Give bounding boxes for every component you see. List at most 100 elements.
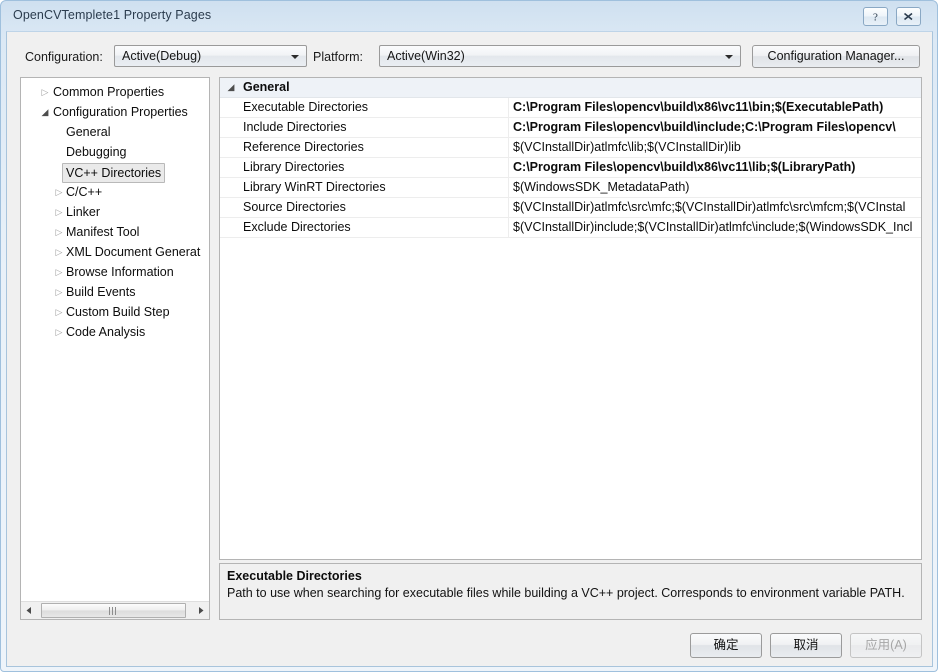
property-value[interactable]: $(VCInstallDir)atlmfc\src\mfc;$(VCInstal… bbox=[513, 198, 921, 217]
column-separator[interactable] bbox=[508, 138, 509, 157]
tree-item-build-events[interactable]: ▷ Build Events bbox=[21, 282, 209, 302]
expander-closed-icon[interactable]: ▷ bbox=[52, 302, 66, 322]
property-row[interactable]: Library Directories C:\Program Files\open… bbox=[220, 158, 921, 178]
tree-item-label: Custom Build Step bbox=[66, 305, 170, 319]
configuration-value: Active(Debug) bbox=[122, 49, 202, 63]
configuration-label: Configuration: bbox=[25, 50, 103, 64]
expander-closed-icon[interactable]: ▷ bbox=[52, 202, 66, 222]
scroll-left-button[interactable] bbox=[21, 602, 38, 619]
scroll-right-button[interactable] bbox=[192, 602, 209, 619]
property-value[interactable]: C:\Program Files\opencv\build\x86\vc11\l… bbox=[513, 158, 921, 177]
scrollbar-thumb[interactable] bbox=[41, 603, 186, 618]
expander-open-icon[interactable]: ◢ bbox=[224, 78, 238, 97]
tree-item-c-c[interactable]: ▷ C/C++ bbox=[21, 182, 209, 202]
tree-horizontal-scrollbar[interactable] bbox=[21, 601, 209, 619]
question-mark-icon: ? bbox=[873, 12, 878, 24]
tree-item-label: Common Properties bbox=[53, 85, 165, 99]
platform-value: Active(Win32) bbox=[387, 49, 465, 63]
close-x-icon bbox=[904, 12, 913, 21]
tree-item-code-analysis[interactable]: ▷ Code Analysis bbox=[21, 322, 209, 342]
property-value[interactable]: $(WindowsSDK_MetadataPath) bbox=[513, 178, 921, 197]
tree-item-label: C/C++ bbox=[66, 185, 103, 199]
tree-item-label: VC++ Directories bbox=[62, 163, 166, 183]
property-name: Library Directories bbox=[243, 160, 345, 174]
svg-text:?: ? bbox=[873, 12, 878, 24]
column-separator[interactable] bbox=[508, 198, 509, 217]
property-name: Reference Directories bbox=[243, 140, 364, 154]
property-value[interactable]: C:\Program Files\opencv\build\include;C:… bbox=[513, 118, 921, 137]
property-row[interactable]: Exclude Directories $(VCInstallDir)includ… bbox=[220, 218, 921, 238]
property-pages-dialog: OpenCVTemplete1 Property Pages ? Configu… bbox=[0, 0, 938, 672]
tree-item-label: Build Events bbox=[66, 285, 136, 299]
properties-tree: ▷ Common Properties ◢ Configuration Propert… bbox=[21, 82, 209, 342]
close-button[interactable] bbox=[896, 7, 921, 26]
expander-closed-icon[interactable]: ▷ bbox=[52, 262, 66, 282]
tree-item-manifest-tool[interactable]: ▷ Manifest Tool bbox=[21, 222, 209, 242]
property-row[interactable]: Source Directories $(VCInstallDir)atlmfc\… bbox=[220, 198, 921, 218]
cancel-button[interactable]: 取消 bbox=[770, 633, 842, 658]
tree-item-label: Code Analysis bbox=[66, 325, 146, 339]
description-title: Executable Directories bbox=[227, 569, 362, 583]
ok-button[interactable]: 确定 bbox=[690, 633, 762, 658]
tree-item-browse-information[interactable]: ▷ Browse Information bbox=[21, 262, 209, 282]
property-name: Library WinRT Directories bbox=[243, 180, 386, 194]
tree-item-label: Browse Information bbox=[66, 265, 174, 279]
expander-closed-icon[interactable]: ▷ bbox=[52, 222, 66, 242]
column-separator[interactable] bbox=[508, 178, 509, 197]
tree-item-debugging[interactable]: Debugging bbox=[21, 142, 209, 162]
column-separator[interactable] bbox=[508, 158, 509, 177]
configuration-dropdown[interactable]: Active(Debug) bbox=[114, 45, 307, 67]
property-row[interactable]: Executable Directories C:\Program Files\o… bbox=[220, 98, 921, 118]
property-name: Source Directories bbox=[243, 200, 346, 214]
platform-dropdown[interactable]: Active(Win32) bbox=[379, 45, 741, 67]
tree-item-label: General bbox=[66, 125, 111, 139]
expander-closed-icon[interactable]: ▷ bbox=[38, 82, 52, 102]
chevron-down-icon bbox=[725, 55, 733, 59]
tree-item-label: Configuration Properties bbox=[53, 105, 188, 119]
property-name: Exclude Directories bbox=[243, 220, 351, 234]
property-group-label: General bbox=[243, 80, 290, 94]
window-title: OpenCVTemplete1 Property Pages bbox=[13, 8, 212, 22]
property-value[interactable]: $(VCInstallDir)include;$(VCInstallDir)at… bbox=[513, 218, 921, 237]
column-separator[interactable] bbox=[508, 98, 509, 117]
expander-closed-icon[interactable]: ▷ bbox=[52, 322, 66, 342]
arrow-right-icon bbox=[199, 607, 204, 614]
tree-item-label: XML Document Generat bbox=[66, 245, 201, 259]
tree-item-general[interactable]: General bbox=[21, 122, 209, 142]
property-value[interactable]: $(VCInstallDir)atlmfc\lib;$(VCInstallDir… bbox=[513, 138, 921, 157]
property-row[interactable]: Library WinRT Directories $(WindowsSDK_Me… bbox=[220, 178, 921, 198]
tree-item-label: Manifest Tool bbox=[66, 225, 140, 239]
tree-item-label: Debugging bbox=[66, 145, 127, 159]
tree-item-label: Linker bbox=[66, 205, 101, 219]
grip-lines-icon bbox=[108, 607, 119, 615]
title-bar: OpenCVTemplete1 Property Pages ? bbox=[1, 1, 938, 31]
description-text: Path to use when searching for executabl… bbox=[227, 586, 905, 600]
platform-label: Platform: bbox=[313, 50, 364, 64]
tree-item-common-properties[interactable]: ▷ Common Properties bbox=[21, 82, 209, 102]
column-separator[interactable] bbox=[508, 118, 509, 137]
tree-item-xml-document-generat[interactable]: ▷ XML Document Generat bbox=[21, 242, 209, 262]
description-panel: Executable Directories Path to use when … bbox=[219, 563, 922, 620]
help-button[interactable]: ? bbox=[863, 7, 888, 26]
tree-item-configuration-properties[interactable]: ◢ Configuration Properties bbox=[21, 102, 209, 122]
column-separator[interactable] bbox=[508, 218, 509, 237]
property-name: Include Directories bbox=[243, 120, 347, 134]
property-grid-panel: ◢ General Executable Directories C:\Program… bbox=[219, 77, 922, 560]
apply-button: 应用(A) bbox=[850, 633, 922, 658]
tree-item-linker[interactable]: ▷ Linker bbox=[21, 202, 209, 222]
property-grid: ◢ General Executable Directories C:\Program… bbox=[220, 78, 921, 238]
tree-item-custom-build-step[interactable]: ▷ Custom Build Step bbox=[21, 302, 209, 322]
chevron-down-icon bbox=[291, 55, 299, 59]
configuration-manager-button[interactable]: Configuration Manager... bbox=[752, 45, 920, 68]
expander-closed-icon[interactable]: ▷ bbox=[52, 282, 66, 302]
property-row[interactable]: Include Directories C:\Program Files\open… bbox=[220, 118, 921, 138]
expander-closed-icon[interactable]: ▷ bbox=[52, 182, 66, 202]
property-value[interactable]: C:\Program Files\opencv\build\x86\vc11\b… bbox=[513, 98, 921, 117]
properties-tree-panel: ▷ Common Properties ◢ Configuration Propert… bbox=[20, 77, 210, 620]
expander-closed-icon[interactable]: ▷ bbox=[52, 242, 66, 262]
expander-open-icon[interactable]: ◢ bbox=[38, 102, 52, 122]
property-row[interactable]: Reference Directories $(VCInstallDir)atlm… bbox=[220, 138, 921, 158]
property-name: Executable Directories bbox=[243, 100, 369, 114]
property-group-header[interactable]: ◢ General bbox=[220, 78, 921, 98]
tree-item-vc-directories[interactable]: VC++ Directories bbox=[21, 162, 209, 183]
